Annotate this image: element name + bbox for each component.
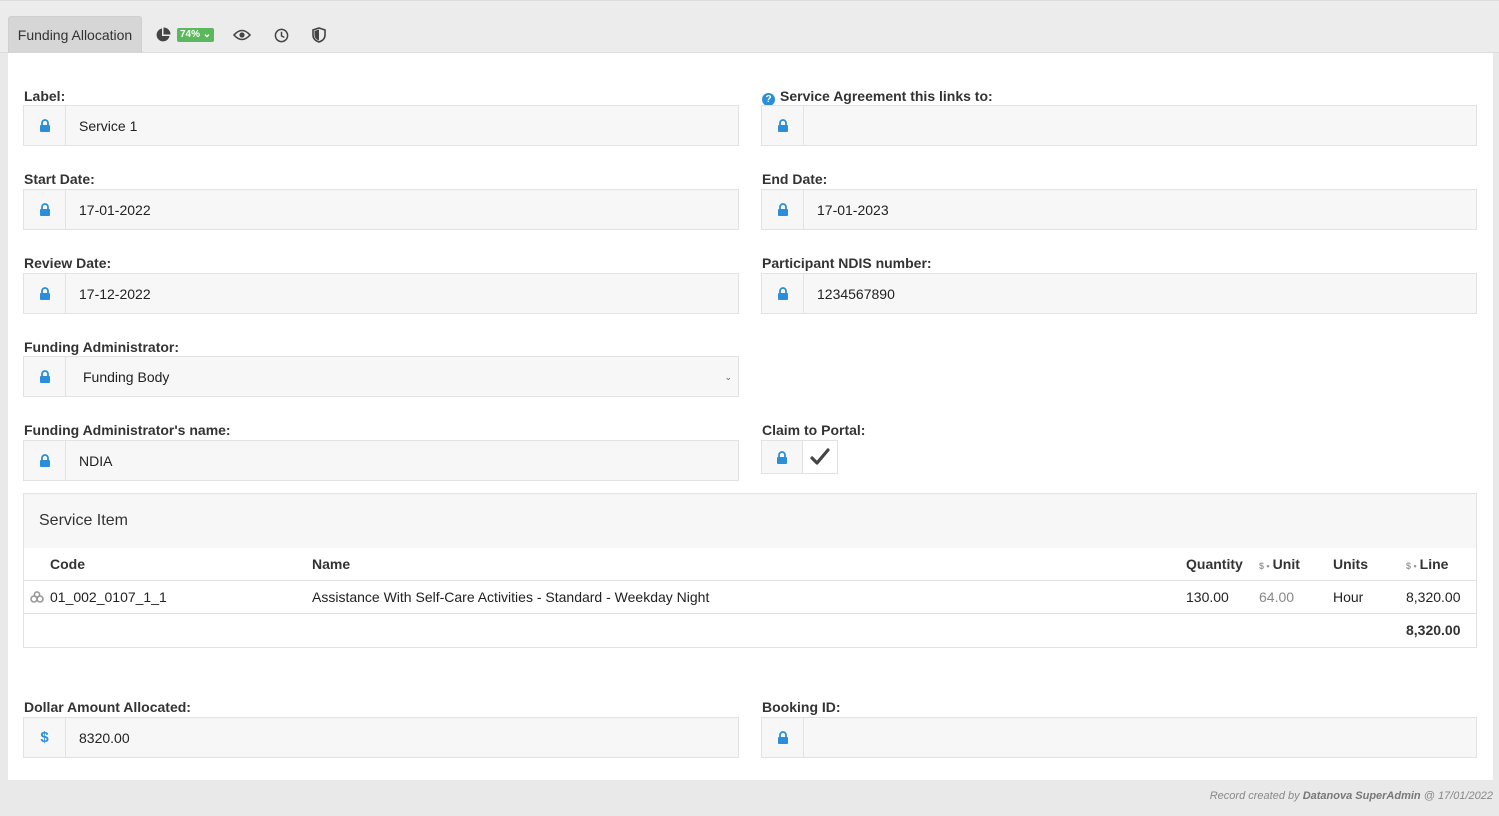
end-date-caption: End Date:: [762, 171, 828, 187]
lock-icon: [761, 440, 803, 474]
record-created-footer: Record created by Datanova SuperAdmin @ …: [1209, 790, 1493, 802]
row-code: 01_002_0107_1_1: [50, 589, 167, 605]
lock-icon: [24, 441, 66, 480]
progress-badge[interactable]: 74% ⌄: [177, 28, 214, 42]
funding-admin-name-value: NDIA: [79, 452, 113, 469]
col-name: Name: [312, 556, 351, 572]
start-date-caption: Start Date:: [24, 171, 95, 187]
col-unit: $ • Unit: [1259, 556, 1300, 572]
review-date-value: 17-12-2022: [79, 285, 151, 302]
end-date-value: 17-01-2023: [817, 201, 889, 218]
dollar-amount-value: 8320.00: [79, 729, 130, 746]
table-row[interactable]: 01_002_0107_1_1 Assistance With Self-Car…: [24, 581, 1476, 614]
ndis-number-value: 1234567890: [817, 285, 895, 302]
claim-to-portal-caption: Claim to Portal:: [762, 422, 866, 438]
row-quantity: 130.00: [1186, 589, 1229, 605]
row-units: Hour: [1333, 589, 1364, 605]
col-units: Units: [1333, 556, 1368, 572]
table-total-row: 8,320.00: [24, 614, 1476, 647]
col-code: Code: [50, 556, 85, 572]
funding-admin-name-caption: Funding Administrator's name:: [24, 422, 231, 438]
start-date-field[interactable]: 17-01-2022: [23, 189, 739, 230]
claim-to-portal-field: [761, 440, 838, 474]
lock-icon: [24, 106, 66, 145]
row-line-total: 8,320.00: [1406, 589, 1461, 605]
dollar-amount-caption: Dollar Amount Allocated:: [24, 699, 191, 715]
cogs-icon[interactable]: [30, 581, 44, 614]
row-unit-price: 64.00: [1259, 589, 1295, 605]
lock-icon: [24, 274, 66, 313]
lock-icon: [762, 718, 804, 757]
checkmark-icon: [810, 448, 830, 465]
lock-icon: [24, 357, 66, 396]
label-caption: Label:: [24, 88, 66, 104]
review-date-field[interactable]: 17-12-2022: [23, 273, 739, 314]
service-agreement-caption: ? Service Agreement this links to:: [762, 88, 993, 106]
chevron-down-icon[interactable]: ⌄: [724, 372, 732, 383]
label-value: Service 1: [79, 117, 138, 134]
funding-admin-caption: Funding Administrator:: [24, 339, 180, 355]
end-date-field[interactable]: 17-01-2023: [761, 189, 1477, 230]
service-agreement-field[interactable]: [761, 105, 1477, 146]
service-item-table: Code Name Quantity $ • Unit Units $ • Line…: [24, 548, 1476, 647]
claim-to-portal-checkbox[interactable]: [803, 440, 838, 474]
col-quantity: Quantity: [1186, 556, 1243, 572]
shield-icon[interactable]: [310, 26, 328, 44]
table-header-row: Code Name Quantity $ • Unit Units $ • Line: [24, 548, 1476, 581]
label-field[interactable]: Service 1: [23, 105, 739, 146]
pie-chart-icon[interactable]: [154, 26, 172, 44]
lock-icon: [24, 190, 66, 229]
start-date-value: 17-01-2022: [79, 201, 151, 218]
lock-icon: [762, 274, 804, 313]
tab-funding-allocation[interactable]: Funding Allocation: [8, 16, 142, 53]
funding-admin-name-field[interactable]: NDIA: [23, 440, 739, 481]
booking-id-caption: Booking ID:: [762, 699, 841, 715]
form-panel: [8, 53, 1493, 780]
tab-bar: Funding Allocation 74% ⌄: [0, 0, 1499, 53]
col-line: $ • Line: [1406, 556, 1449, 572]
service-item-section: Service Item Code Name Quantity $ • Unit …: [23, 493, 1477, 648]
lock-icon: [762, 190, 804, 229]
funding-admin-value: Funding Body: [83, 368, 170, 385]
service-item-title: Service Item: [39, 512, 128, 529]
row-name: Assistance With Self-Care Activities - S…: [312, 589, 710, 605]
eye-icon[interactable]: [233, 26, 251, 44]
ndis-number-caption: Participant NDIS number:: [762, 255, 932, 271]
lock-icon: [762, 106, 804, 145]
total-amount: 8,320.00: [1406, 622, 1461, 638]
dollar-amount-field[interactable]: $ 8320.00: [23, 717, 739, 758]
review-date-caption: Review Date:: [24, 255, 112, 271]
booking-id-field[interactable]: [761, 717, 1477, 758]
funding-admin-select[interactable]: Funding Body ⌄: [23, 356, 739, 397]
dollar-icon: $: [24, 718, 66, 757]
history-clock-icon[interactable]: [272, 26, 290, 44]
ndis-number-field[interactable]: 1234567890: [761, 273, 1477, 314]
